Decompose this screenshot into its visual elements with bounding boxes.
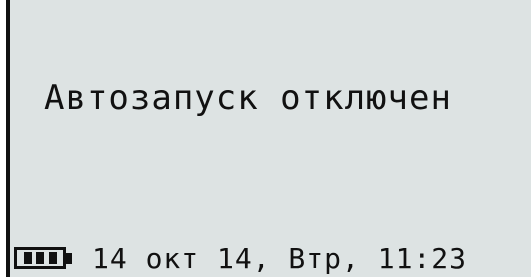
battery-full-icon — [14, 246, 78, 270]
battery-tip — [66, 252, 72, 264]
device-screen: Автозапуск отключен 14 окт 14, Втр, 11:2… — [6, 0, 531, 277]
battery-cell — [48, 252, 57, 264]
battery-cell — [36, 252, 44, 264]
status-bar: 14 окт 14, Втр, 11:23 — [10, 239, 531, 277]
battery-cell — [23, 252, 32, 264]
date-time-display: 14 окт 14, Втр, 11:23 — [92, 241, 468, 275]
autostart-disabled-message: Автозапуск отключен — [44, 78, 452, 118]
battery-body — [14, 247, 66, 269]
